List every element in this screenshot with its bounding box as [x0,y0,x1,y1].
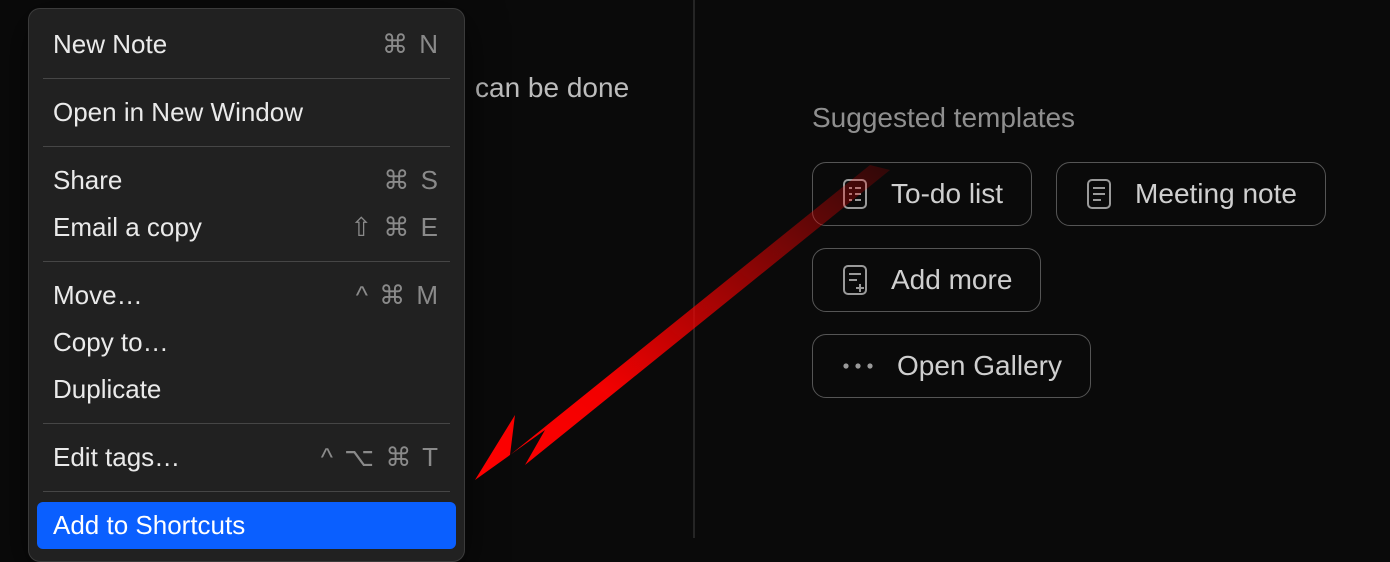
menu-item-duplicate[interactable]: Duplicate [29,366,464,413]
note-icon [1085,177,1113,211]
templates-heading: Suggested templates [812,102,1326,134]
menu-item-email-copy[interactable]: Email a copy ⇧ ⌘ E [29,204,464,251]
menu-shortcut: ⇧ ⌘ E [350,212,440,243]
menu-label: Open in New Window [53,97,303,128]
menu-shortcut: ⌘ S [383,165,440,196]
menu-label: Move… [53,280,143,311]
list-icon [841,177,869,211]
menu-label: New Note [53,29,167,60]
menu-item-share[interactable]: Share ⌘ S [29,157,464,204]
menu-label: Email a copy [53,212,202,243]
template-add-more-button[interactable]: Add more [812,248,1041,312]
menu-divider [43,423,450,424]
menu-label: Add to Shortcuts [53,510,245,541]
background-document-text: can be done [475,72,629,104]
template-label: To-do list [891,178,1003,210]
menu-shortcut: ^ ⌘ M [356,280,440,311]
suggested-templates-panel: Suggested templates To-do list [812,102,1326,420]
menu-shortcut: ^ ⌥ ⌘ T [321,442,440,473]
menu-label: Duplicate [53,374,161,405]
ellipsis-icon [841,349,875,383]
template-label: Meeting note [1135,178,1297,210]
template-label: Open Gallery [897,350,1062,382]
template-meeting-note-button[interactable]: Meeting note [1056,162,1326,226]
panel-divider [693,0,695,538]
menu-item-add-to-shortcuts[interactable]: Add to Shortcuts [37,502,456,549]
menu-divider [43,146,450,147]
menu-label: Edit tags… [53,442,180,473]
menu-item-copy-to[interactable]: Copy to… [29,319,464,366]
menu-label: Copy to… [53,327,169,358]
menu-label: Share [53,165,122,196]
menu-divider [43,261,450,262]
menu-item-new-note[interactable]: New Note ⌘ N [29,21,464,68]
menu-shortcut: ⌘ N [382,29,440,60]
add-note-icon [841,263,869,297]
template-todo-list-button[interactable]: To-do list [812,162,1032,226]
menu-item-move[interactable]: Move… ^ ⌘ M [29,272,464,319]
template-open-gallery-button[interactable]: Open Gallery [812,334,1091,398]
menu-item-open-new-window[interactable]: Open in New Window [29,89,464,136]
menu-divider [43,491,450,492]
menu-item-edit-tags[interactable]: Edit tags… ^ ⌥ ⌘ T [29,434,464,481]
menu-divider [43,78,450,79]
template-label: Add more [891,264,1012,296]
note-context-menu: New Note ⌘ N Open in New Window Share ⌘ … [28,8,465,562]
